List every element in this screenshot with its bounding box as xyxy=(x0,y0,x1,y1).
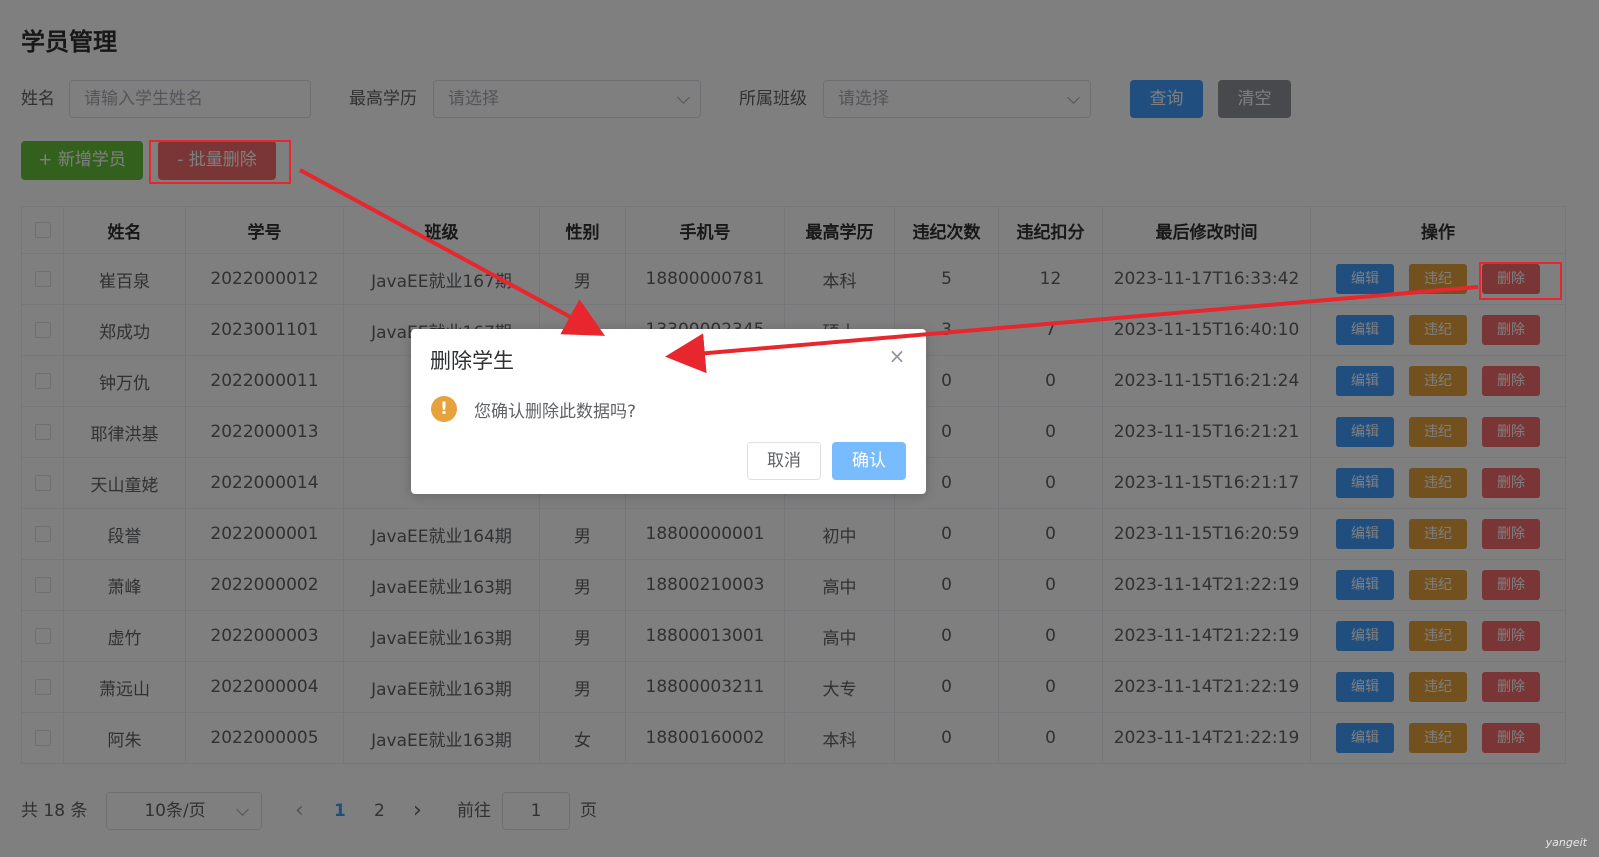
warning-icon: ! xyxy=(431,396,457,422)
dialog-title: 删除学生 xyxy=(430,349,514,373)
delete-confirm-dialog: 删除学生 × ! 您确认删除此数据吗? 取消 确认 xyxy=(411,329,926,494)
watermark-text: yangeit xyxy=(1545,836,1587,849)
cancel-button[interactable]: 取消 xyxy=(747,442,821,480)
close-icon[interactable]: × xyxy=(888,346,906,366)
annotation-box-row-delete xyxy=(1479,262,1562,300)
confirm-button[interactable]: 确认 xyxy=(832,442,906,480)
annotation-box-batch-delete xyxy=(149,140,291,184)
dialog-message: 您确认删除此数据吗? xyxy=(474,402,637,422)
